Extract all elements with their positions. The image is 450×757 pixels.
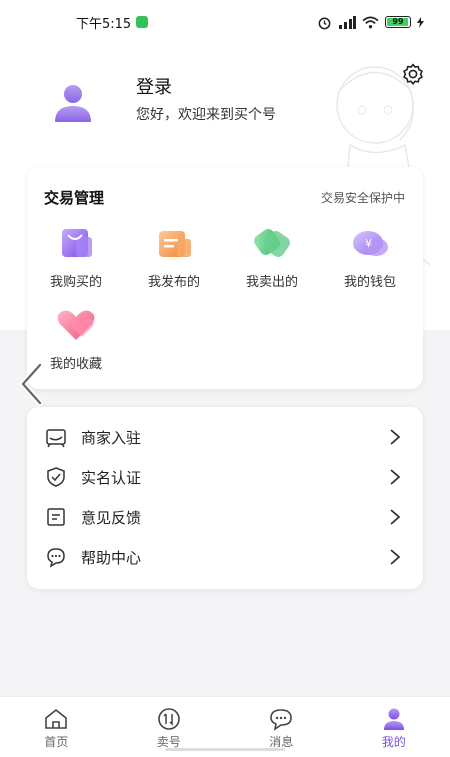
my-wallet-label: 我的钱包 [343, 275, 396, 290]
signal-icon [339, 15, 356, 29]
menu-item-verification[interactable]: 实名认证 [27, 457, 423, 497]
shield-check-icon [47, 467, 65, 487]
trade-secure-text: 交易安全保护中 [320, 191, 405, 205]
login-title[interactable]: 登录 [136, 73, 172, 99]
message-icon [270, 709, 293, 731]
chevron-right-icon [390, 509, 401, 525]
sell-icon [157, 708, 180, 730]
chevron-right-icon [390, 549, 401, 565]
nav-mine[interactable]: 我的 [338, 697, 450, 757]
sold-icon [254, 229, 290, 257]
user-icon [383, 708, 404, 730]
alarm-icon [318, 17, 331, 29]
avatar[interactable] [52, 82, 94, 124]
chevron-right-icon [390, 429, 401, 445]
bag-icon [62, 229, 92, 257]
my-purchases-button[interactable]: 我购买的 [36, 225, 116, 290]
menu-label: 实名认证 [81, 468, 142, 487]
menu-label: 商家入驻 [81, 428, 142, 447]
menu-item-help[interactable]: 帮助中心 [27, 537, 423, 577]
wechat-notification-icon [136, 16, 149, 28]
my-favorites-label: 我的收藏 [49, 357, 102, 372]
nav-label: 我的 [381, 735, 406, 749]
menu-label: 意见反馈 [81, 508, 142, 527]
back-gesture-arrow-icon[interactable] [18, 362, 46, 406]
menu-label: 帮助中心 [81, 548, 142, 567]
edit-icon [47, 508, 65, 526]
home-icon [45, 708, 68, 729]
menu-card: 商家入驻 实名认证 意见反馈 帮助中心 [27, 407, 423, 589]
charging-icon [417, 16, 424, 28]
help-chat-icon [47, 548, 65, 568]
heart-icon [57, 310, 95, 340]
my-sold-button[interactable]: 我卖出的 [232, 225, 312, 290]
my-purchases-label: 我购买的 [49, 275, 102, 290]
menu-item-merchant[interactable]: 商家入驻 [27, 417, 423, 457]
my-favorites-button[interactable]: 我的收藏 [36, 307, 116, 372]
wallet-icon: ¥ [353, 231, 388, 256]
svg-text:¥: ¥ [365, 237, 372, 250]
battery-indicator: 99 [385, 16, 411, 28]
status-time: 下午5:15 [76, 16, 132, 32]
nav-label: 首页 [44, 735, 69, 749]
chevron-right-icon [390, 469, 401, 485]
trade-title: 交易管理 [44, 189, 105, 207]
menu-item-feedback[interactable]: 意见反馈 [27, 497, 423, 537]
home-indicator [165, 748, 285, 751]
publish-icon [159, 231, 191, 257]
trade-management-card: 交易管理 交易安全保护中 我购买的 我发布的 我卖出的 ¥ 我的钱包 我的收藏 [27, 167, 423, 389]
my-sold-label: 我卖出的 [245, 275, 298, 290]
wifi-icon [362, 16, 379, 28]
my-published-button[interactable]: 我发布的 [134, 225, 214, 290]
my-published-label: 我发布的 [147, 275, 200, 290]
nav-home[interactable]: 首页 [0, 697, 113, 757]
gear-icon[interactable] [401, 62, 425, 86]
my-wallet-button[interactable]: ¥ 我的钱包 [330, 225, 410, 290]
status-bar: 下午5:15 99 [0, 0, 450, 44]
store-icon [46, 429, 66, 448]
welcome-text: 您好，欢迎来到买个号 [136, 107, 276, 123]
